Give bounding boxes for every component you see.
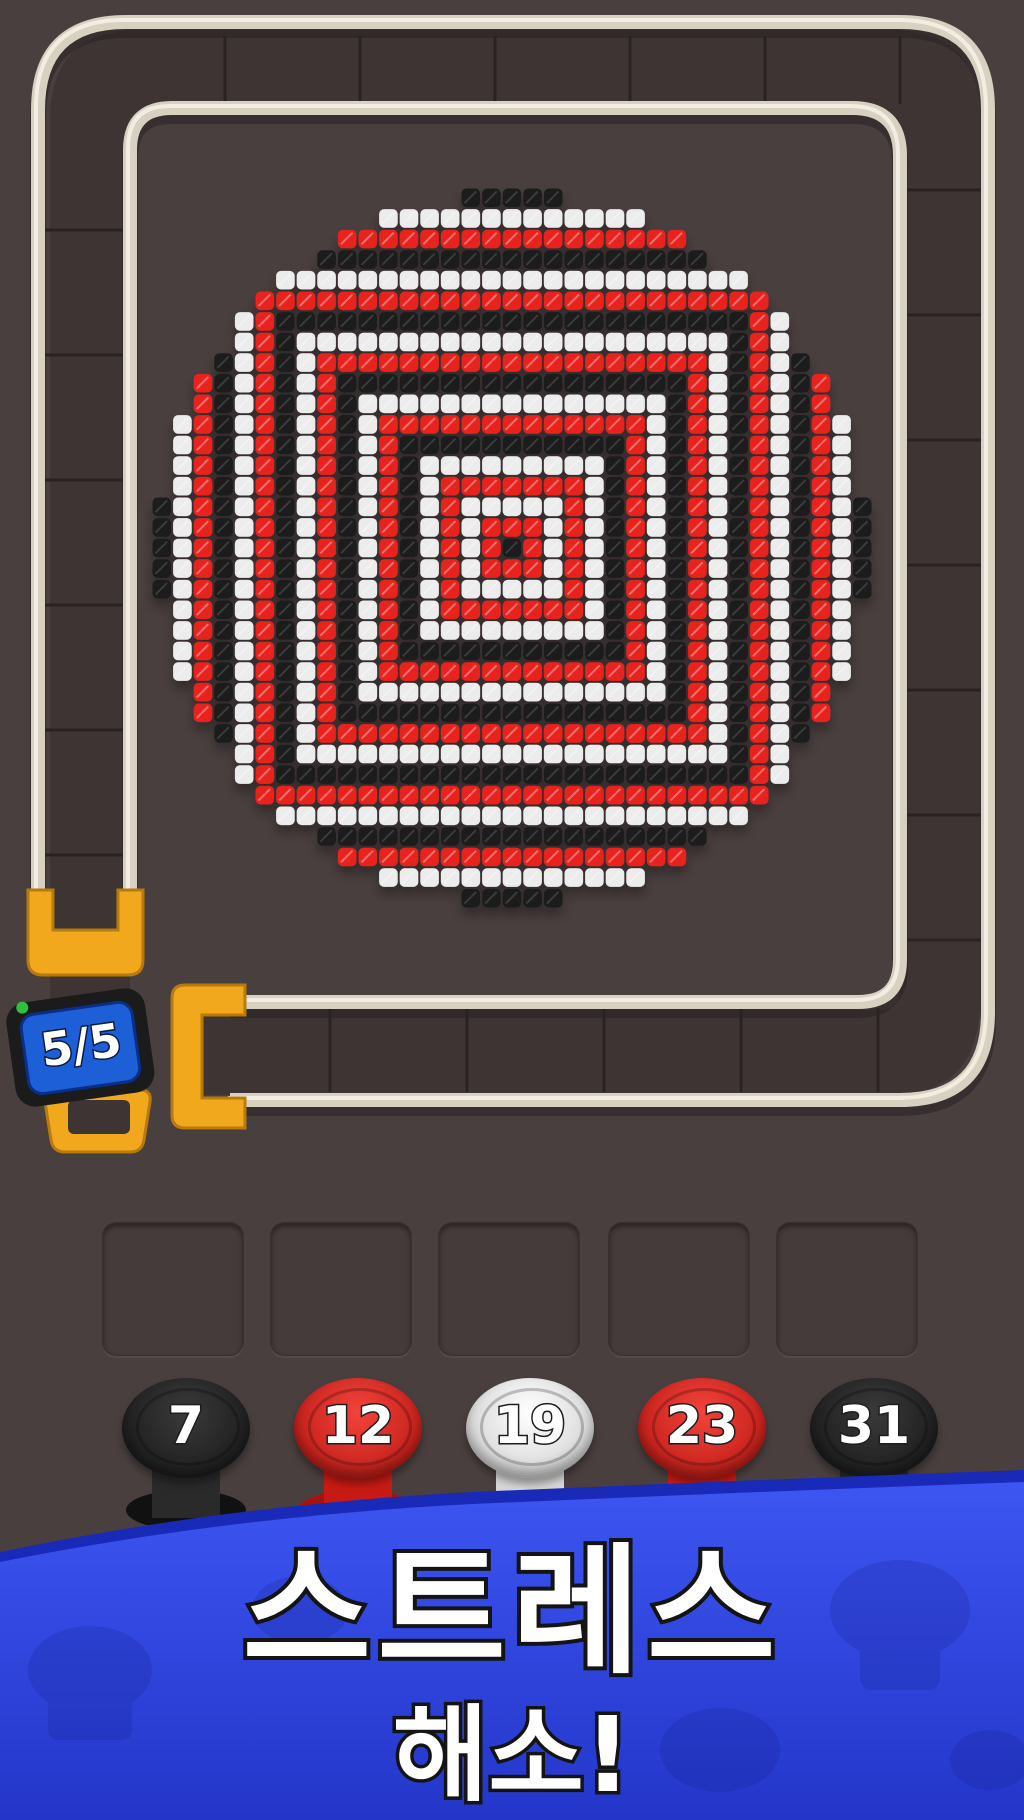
spool-slots [0,1210,1024,1370]
spool-number: 31 [836,1395,911,1458]
slot-5[interactable] [776,1222,918,1356]
game-board [6,15,996,1154]
spool-number: 23 [664,1395,739,1458]
slot-4[interactable] [608,1222,750,1356]
slot-1[interactable] [102,1222,244,1356]
spool-number: 12 [320,1395,395,1458]
spool-number: 7 [166,1395,205,1458]
slot-2[interactable] [270,1222,412,1356]
spool-number: 19 [492,1395,567,1458]
slot-3[interactable] [438,1222,580,1356]
promo-headline: 스트레스 [238,1531,782,1694]
promo-subline: 해소! [389,1694,635,1816]
cross-stitch-pattern[interactable] [152,188,872,908]
